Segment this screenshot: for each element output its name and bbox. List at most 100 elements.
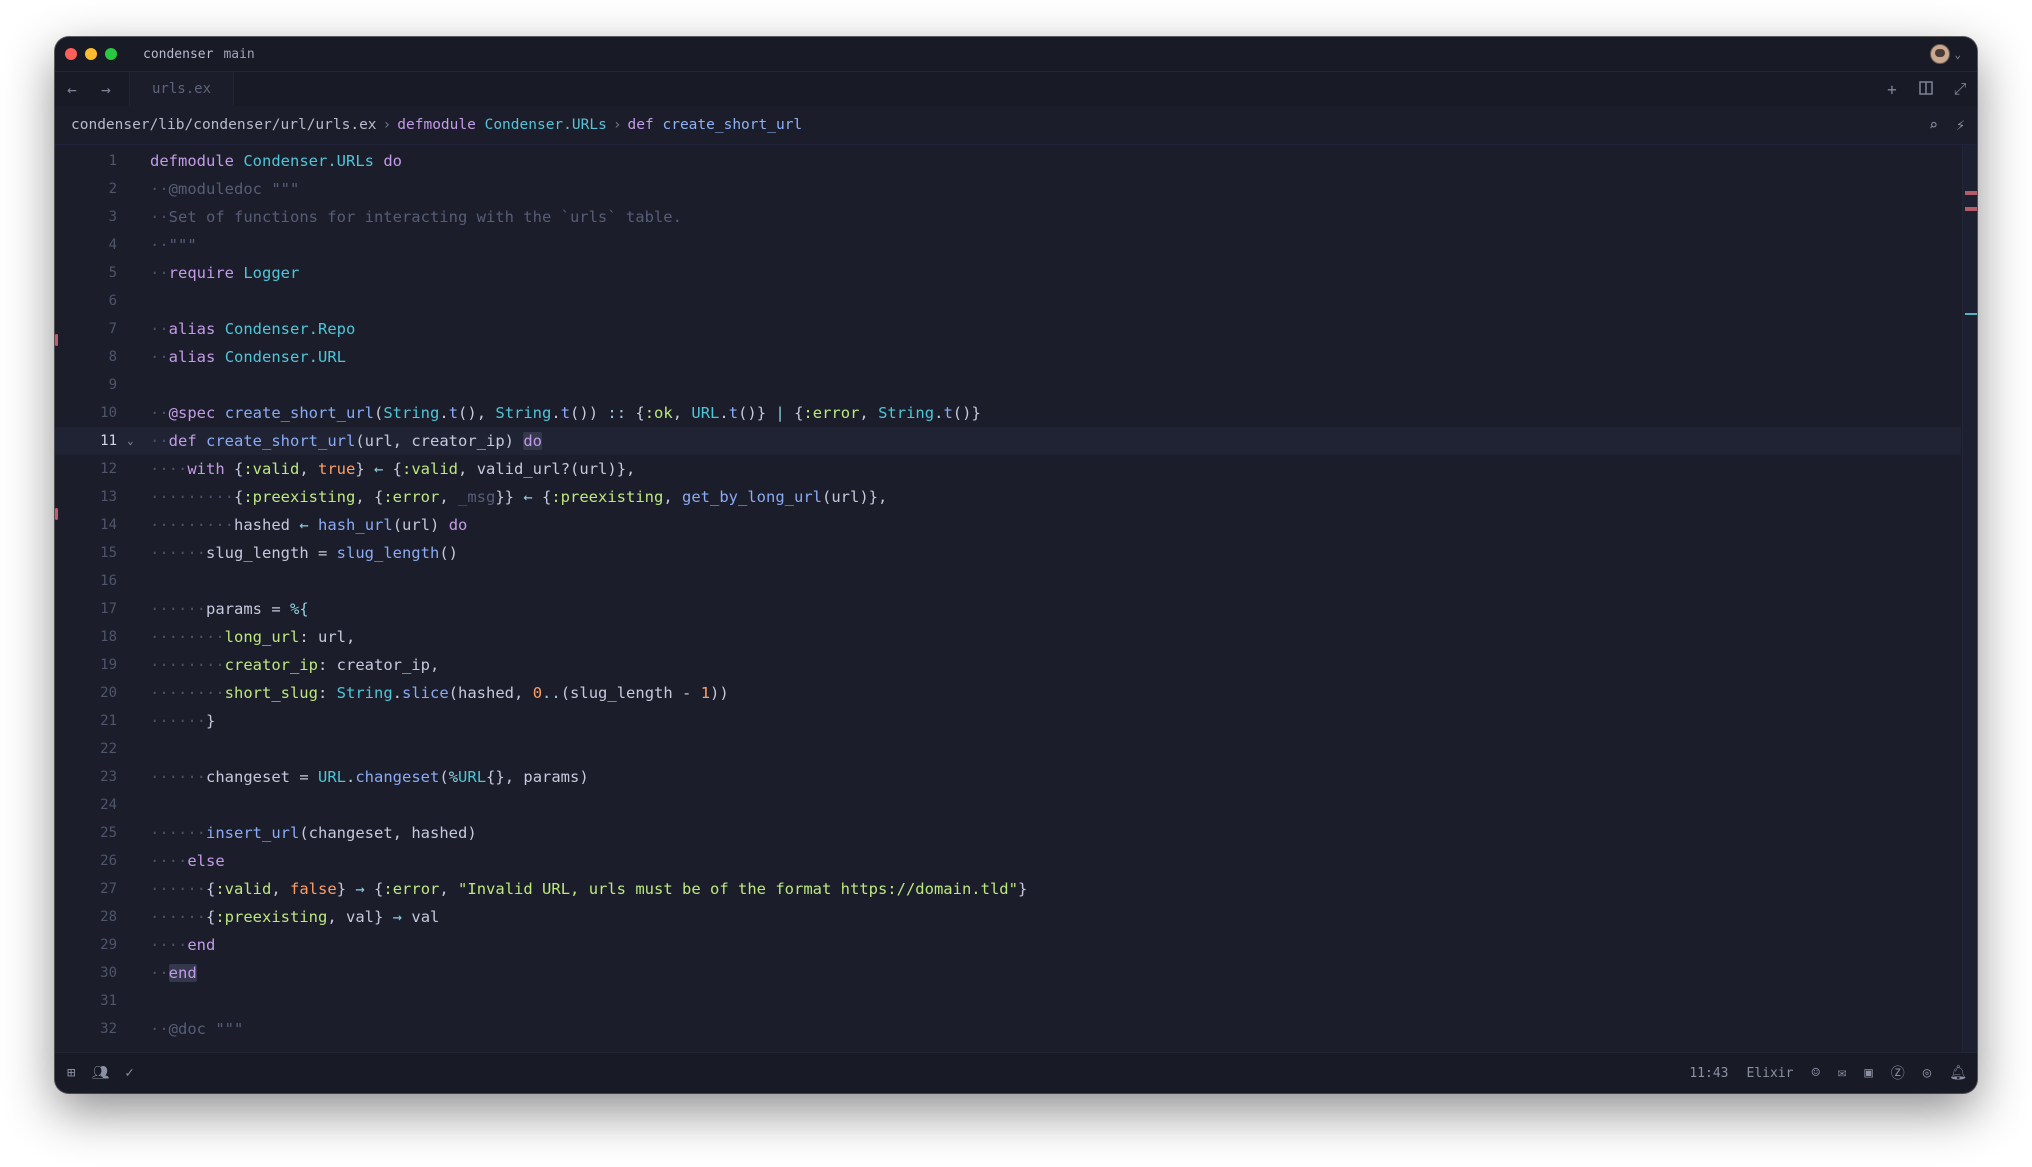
line-number[interactable]: 29 [55,931,117,959]
line-number[interactable]: 7 [55,315,117,343]
breadcrumb-path[interactable]: condenser/lib/condenser/url/urls.ex [71,117,377,133]
line-number[interactable]: 32 [55,1015,117,1043]
project-tree-icon[interactable]: ⊞ [67,1065,75,1081]
line-number[interactable]: 11 [55,427,117,455]
line-number[interactable]: 23 [55,763,117,791]
line-number[interactable]: 8 [55,343,117,371]
code-line[interactable]: 27 ······{:valid, false} → {:error, "Inva… [55,875,1961,903]
code-text[interactable]: ······insert_url(changeset, hashed) [150,819,477,847]
code-line[interactable]: 22 [55,735,1961,763]
code-line[interactable]: 29 ····end [55,931,1961,959]
assistant-icon[interactable]: ◎ [1923,1065,1931,1081]
code-line[interactable]: 23 ······changeset = URL.changeset(%URL{}… [55,763,1961,791]
code-line[interactable]: 28 ······{:preexisting, val} → val [55,903,1961,931]
code-line[interactable]: 18 ········long_url: url, [55,623,1961,651]
code-line[interactable]: 9 [55,371,1961,399]
code-text[interactable]: ····with {:valid, true} ← {:valid, valid… [150,455,635,483]
breadcrumb-def-keyword[interactable]: def [628,117,654,133]
language-selector[interactable]: Elixir [1747,1066,1794,1081]
breadcrumb-module-name[interactable]: Condenser.URLs [485,117,607,133]
collaborators-icon[interactable]: 👥︎ [91,1065,109,1081]
split-pane-icon[interactable] [1917,80,1935,99]
line-number[interactable]: 31 [55,987,117,1015]
code-text[interactable]: ··@moduledoc """ [150,175,299,203]
line-number[interactable]: 27 [55,875,117,903]
line-number[interactable]: 22 [55,735,117,763]
code-line[interactable]: 3 ··Set of functions for interacting with… [55,203,1961,231]
line-number[interactable]: 20 [55,679,117,707]
code-line[interactable]: 19 ········creator_ip: creator_ip, [55,651,1961,679]
project-name[interactable]: condenser [143,47,213,62]
line-number[interactable]: 6 [55,287,117,315]
code-text[interactable]: ····else [150,847,225,875]
code-text[interactable]: ··""" [150,231,197,259]
line-number[interactable]: 25 [55,819,117,847]
line-number[interactable]: 10 [55,399,117,427]
code-line[interactable]: 17 ······params = %{ [55,595,1961,623]
code-line[interactable]: 10 ··@spec create_short_url(String.t(), S… [55,399,1961,427]
code-text[interactable]: ··def create_short_url(url, creator_ip) … [150,427,543,455]
code-line[interactable]: 15 ······slug_length = slug_length() [55,539,1961,567]
terminal-icon[interactable]: ▣ [1864,1065,1872,1081]
code-text[interactable]: ········short_slug: String.slice(hashed,… [150,679,729,707]
line-number[interactable]: 17 [55,595,117,623]
line-number[interactable]: 12 [55,455,117,483]
code-text[interactable]: ······} [150,707,215,735]
code-line[interactable]: 16 [55,567,1961,595]
line-number[interactable]: 1 [55,147,117,175]
copilot-icon[interactable]: ☺︎ [1811,1065,1819,1081]
code-text[interactable]: ·········{:preexisting, {:error, _msg}} … [150,483,887,511]
code-text[interactable]: ··alias Condenser.Repo [150,315,355,343]
line-number[interactable]: 19 [55,651,117,679]
code-line[interactable]: 6 [55,287,1961,315]
code-text[interactable]: ······params = %{ [150,595,309,623]
line-number[interactable]: 5 [55,259,117,287]
minimize-window-button[interactable] [85,48,97,60]
search-icon[interactable]: ⌕ [1929,116,1938,134]
arrow-right-icon[interactable]: → [89,80,123,99]
line-number[interactable]: 3 [55,203,117,231]
code-line[interactable]: 24 [55,791,1961,819]
editor-scrollbar[interactable] [1962,145,1977,1053]
code-line[interactable]: 4 ··""" [55,231,1961,259]
bell-icon[interactable]: 🔔︎ [1949,1065,1967,1081]
code-text[interactable]: ········long_url: url, [150,623,355,651]
line-number[interactable]: 15 [55,539,117,567]
line-number[interactable]: 30 [55,959,117,987]
code-text[interactable]: ······{:preexisting, val} → val [150,903,439,931]
branch-name[interactable]: main [223,47,254,62]
code-text[interactable]: ··Set of functions for interacting with … [150,203,682,231]
line-number[interactable]: 18 [55,623,117,651]
code-line[interactable]: 21 ······} [55,707,1961,735]
zoom-window-button[interactable] [105,48,117,60]
tab-urls-ex[interactable]: urls.ex [129,72,235,106]
chevron-down-icon[interactable]: ⌄ [1954,48,1961,61]
diagnostics-check-icon[interactable]: ✓ [125,1065,133,1081]
line-number[interactable]: 28 [55,903,117,931]
code-line[interactable]: 20 ········short_slug: String.slice(hashe… [55,679,1961,707]
code-line[interactable]: 5 ··require Logger [55,259,1961,287]
code-text[interactable]: ······changeset = URL.changeset(%URL{}, … [150,763,589,791]
maximize-icon[interactable]: ⤢ [1951,79,1969,99]
code-text[interactable]: ······slug_length = slug_length() [150,539,458,567]
avatar[interactable] [1930,44,1951,64]
line-number[interactable]: 14 [55,511,117,539]
code-line[interactable]: 32 ··@doc """ [55,1015,1961,1043]
code-line[interactable]: 7 ··alias Condenser.Repo [55,315,1961,343]
line-number[interactable]: 16 [55,567,117,595]
line-number[interactable]: 26 [55,847,117,875]
code-editor[interactable]: 1 defmodule Condenser.URLs do 2 ··@moduledo… [55,145,1977,1053]
code-text[interactable]: ·········hashed ← hash_url(url) do [150,511,467,539]
line-number[interactable]: 4 [55,231,117,259]
code-line[interactable]: 14 ·········hashed ← hash_url(url) do [55,511,1961,539]
plus-icon[interactable]: + [1883,80,1901,99]
code-line[interactable]: 31 [55,987,1961,1015]
line-number[interactable]: 13 [55,483,117,511]
code-line[interactable]: 12 ····with {:valid, true} ← {:valid, val… [55,455,1961,483]
fold-chevron-icon[interactable]: ⌄ [127,427,134,455]
code-text[interactable]: ··alias Condenser.URL [150,343,346,371]
code-line[interactable]: 13 ·········{:preexisting, {:error, _msg}… [55,483,1961,511]
code-line[interactable]: 11 ⌄ ··def create_short_url(url, creator_i… [55,427,1961,455]
mail-icon[interactable]: ✉︎ [1838,1065,1846,1081]
code-text[interactable]: ······{:valid, false} → {:error, "Invali… [150,875,1027,903]
